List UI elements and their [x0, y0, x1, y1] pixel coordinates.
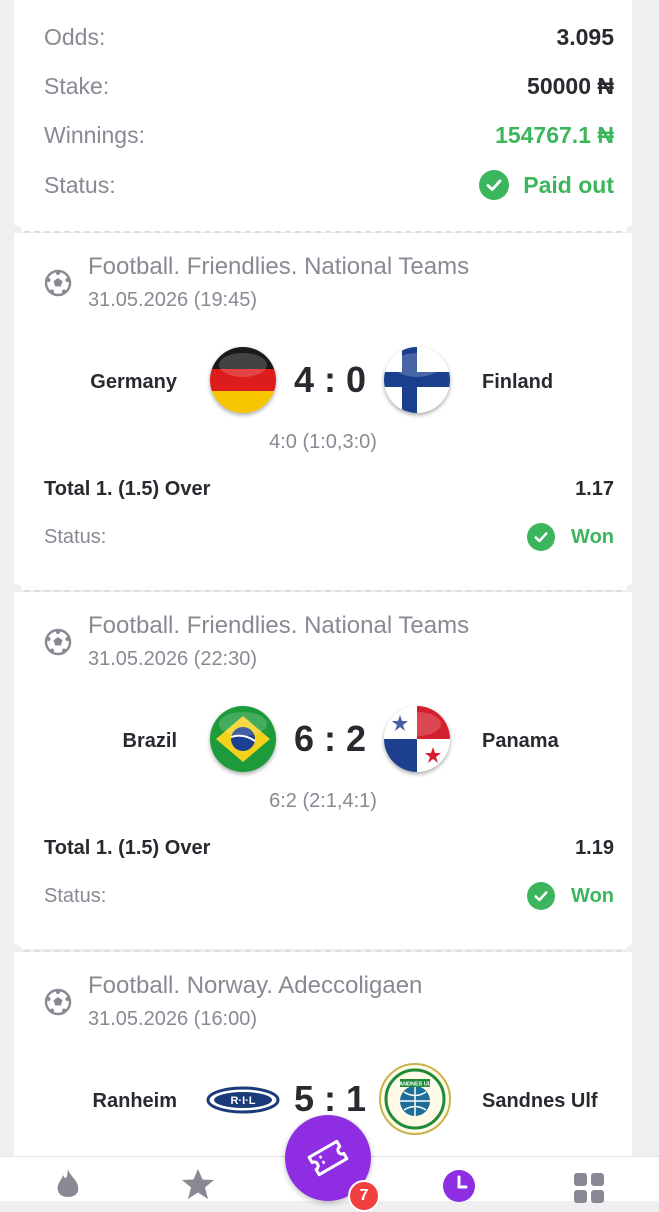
event-status-text: Won [571, 525, 614, 548]
history-icon[interactable] [442, 1169, 476, 1203]
status-row: Status: Paid out [44, 170, 614, 200]
status-label: Status: [44, 171, 116, 198]
event-status-value: Won [527, 523, 614, 551]
home-team: Germany [90, 371, 177, 393]
league-name: Football. Friendlies. National Teams [88, 253, 470, 280]
bet-slip-count-badge: 7 [348, 1180, 380, 1212]
match-score: 6 : 2 [293, 718, 367, 759]
away-team: Finland [482, 371, 554, 393]
finland-flag-icon [384, 347, 450, 413]
bet-odds: 1.17 [575, 478, 614, 500]
stake-value: 50000 ₦ [527, 73, 614, 99]
odds-value: 3.095 [556, 24, 614, 50]
odds-label: Odds: [44, 24, 106, 50]
bet-market: Total 1. (1.5) Over [44, 478, 211, 500]
match-score: 4 : 0 [293, 359, 367, 400]
panama-flag-icon [384, 706, 450, 772]
event-status-value: Won [527, 882, 614, 910]
bet-row: Total 1. (1.5) Over 1.17 [44, 478, 614, 501]
sandnes-ulf-logo-text: SANDNES ULF [395, 1082, 435, 1088]
bet-market: Total 1. (1.5) Over [44, 837, 211, 859]
ranheim-logo: R·I·L [206, 1085, 280, 1115]
sandnes-ulf-logo: SANDNES ULF [378, 1062, 452, 1136]
bet-odds: 1.19 [575, 837, 614, 859]
status-value: Paid out [479, 170, 614, 200]
football-icon [44, 988, 72, 1016]
event-card[interactable]: Football. Friendlies. National Teams 31.… [14, 233, 632, 590]
event-datetime: 31.05.2026 (22:30) [88, 648, 258, 670]
fire-icon[interactable] [50, 1167, 86, 1201]
event-datetime: 31.05.2026 (16:00) [88, 1008, 258, 1030]
odds-row: Odds: 3.095 [44, 24, 614, 51]
score-detail: 6:2 (2:1,4:1) [269, 790, 377, 812]
home-team: Brazil [122, 730, 177, 752]
away-team: Panama [482, 730, 559, 752]
home-team: Ranheim [92, 1090, 177, 1112]
away-team: Sandnes Ulf [482, 1090, 598, 1112]
bet-row: Total 1. (1.5) Over 1.19 [44, 837, 614, 860]
star-icon[interactable] [180, 1167, 216, 1201]
winnings-label: Winnings: [44, 122, 145, 148]
event-card[interactable]: Football. Friendlies. National Teams 31.… [14, 592, 632, 949]
bet-summary-card: Odds: 3.095 Stake: 50000 ₦ Winnings: 154… [14, 0, 632, 232]
stake-label: Stake: [44, 73, 110, 99]
event-status-label: Status: [44, 884, 107, 907]
germany-flag-icon [210, 347, 276, 413]
ranheim-logo-text: R·I·L [230, 1095, 255, 1107]
football-icon [44, 628, 72, 656]
winnings-value: 154767.1 ₦ [495, 122, 614, 148]
brazil-flag-icon [210, 706, 276, 772]
event-status-row: Status: Won [44, 523, 614, 551]
check-circle-icon [527, 882, 556, 910]
event-status-label: Status: [44, 525, 107, 548]
winnings-row: Winnings: 154767.1 ₦ [44, 122, 614, 149]
check-circle-icon [479, 170, 510, 200]
ticket-icon [307, 1139, 349, 1177]
check-circle-icon [527, 523, 556, 551]
event-status-text: Won [571, 884, 614, 907]
league-name: Football. Friendlies. National Teams [88, 612, 470, 639]
event-datetime: 31.05.2026 (19:45) [88, 289, 258, 311]
match-score: 5 : 1 [293, 1078, 367, 1119]
football-icon [44, 269, 72, 297]
stake-row: Stake: 50000 ₦ [44, 73, 614, 100]
status-text: Paid out [523, 171, 614, 198]
event-status-row: Status: Won [44, 882, 614, 910]
score-detail: 4:0 (1:0,3:0) [269, 431, 377, 453]
league-name: Football. Norway. Adeccoligaen [88, 972, 423, 999]
